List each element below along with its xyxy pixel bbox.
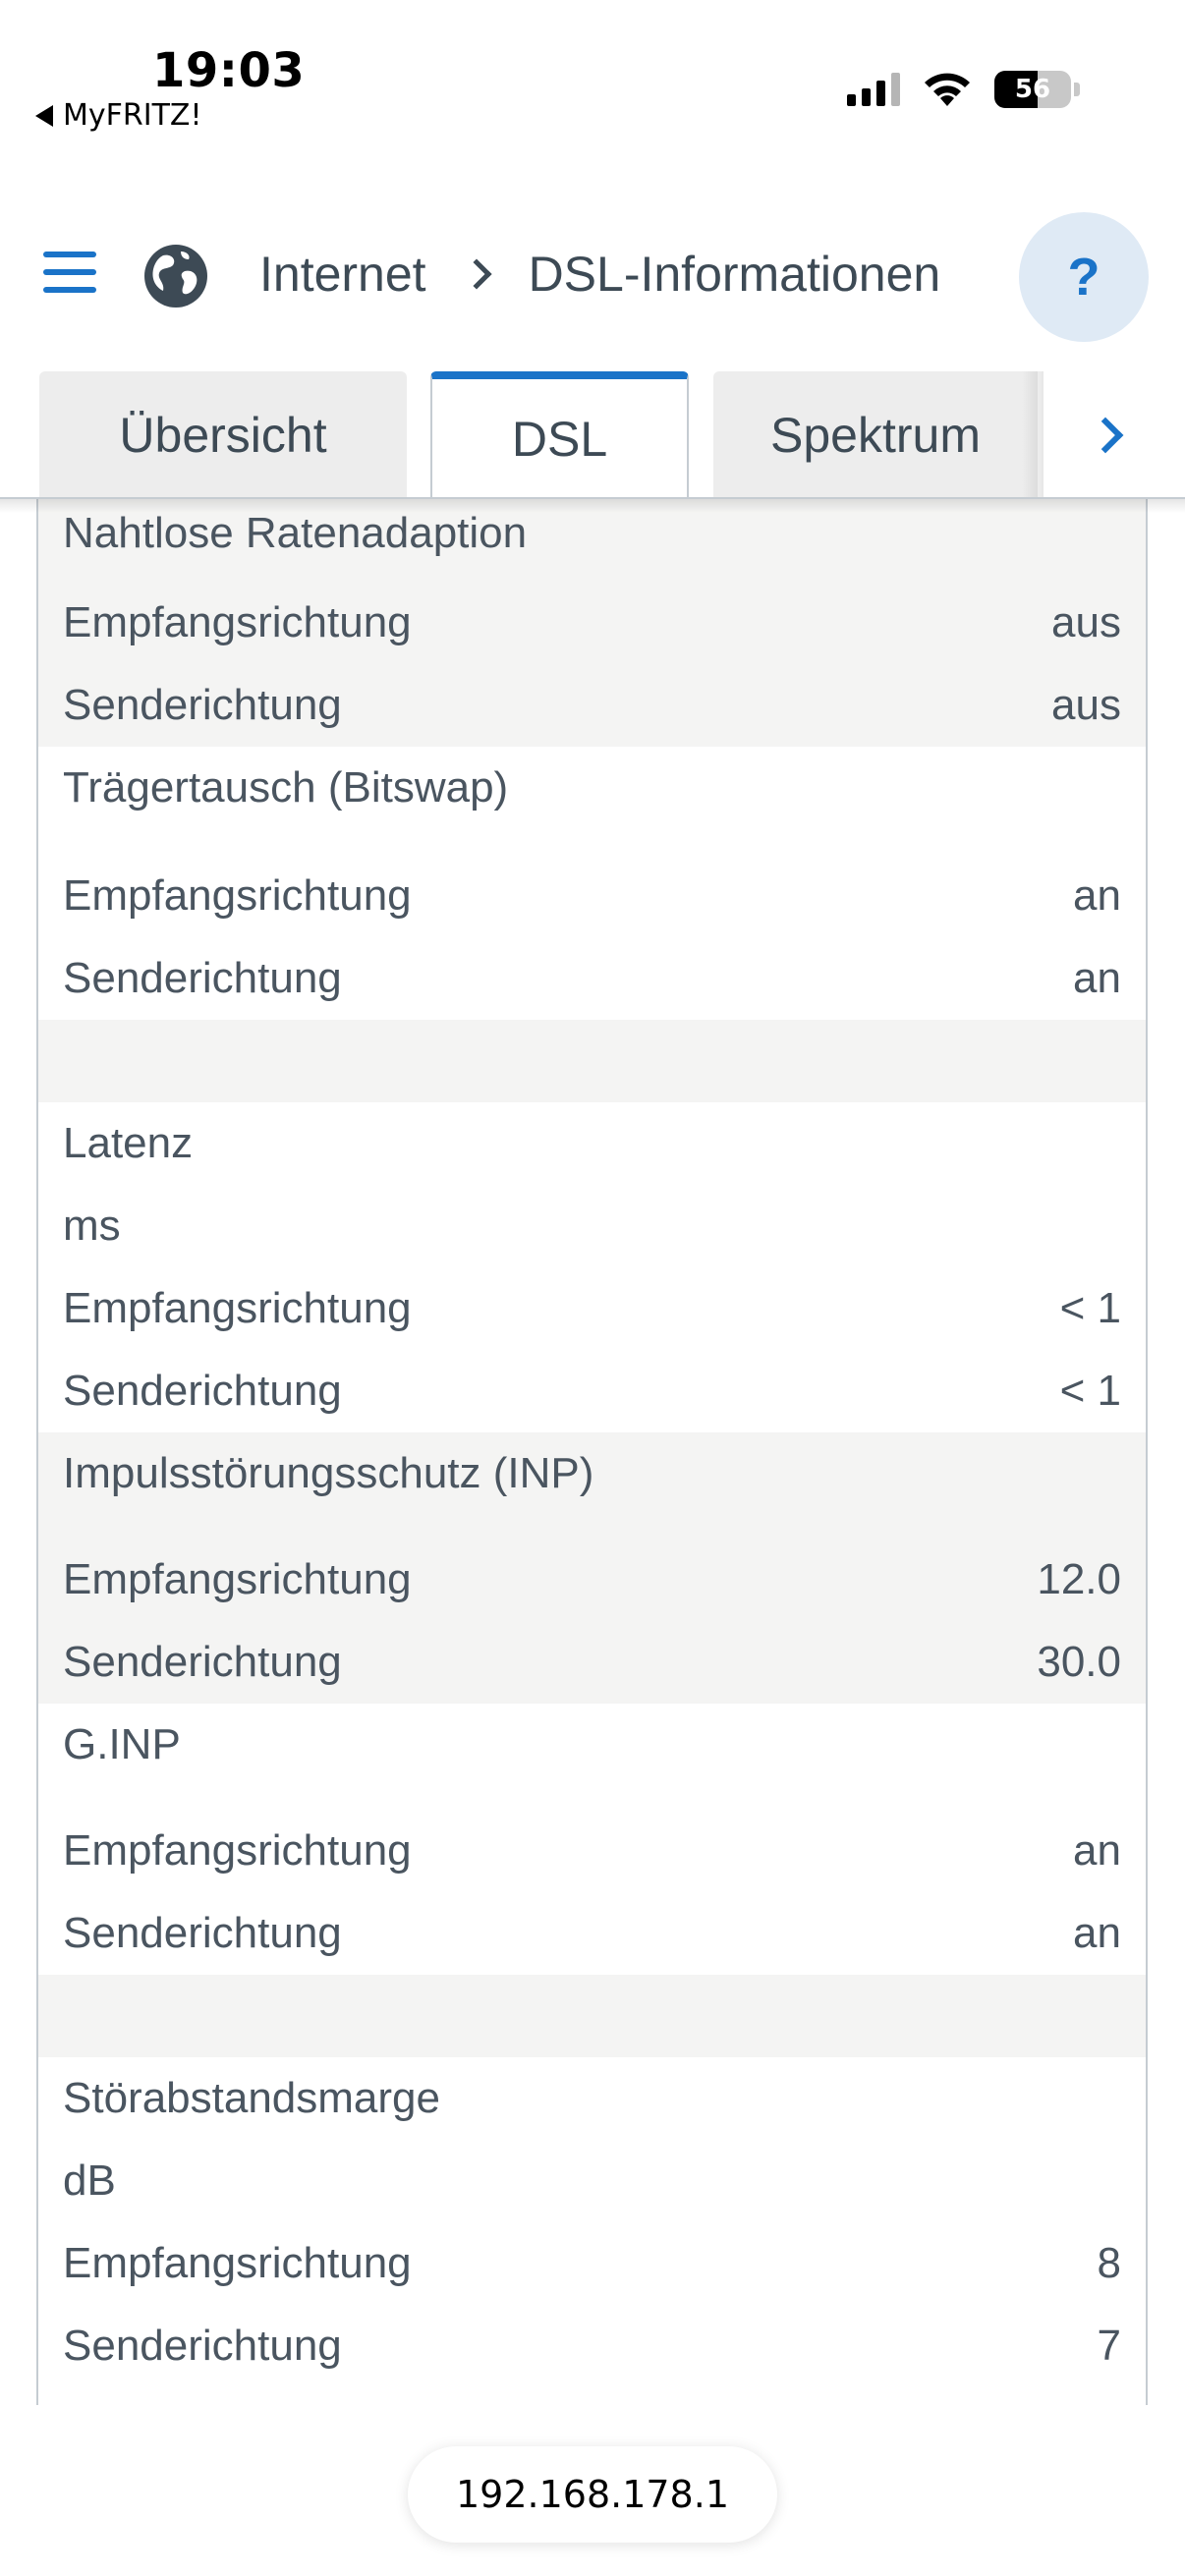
tab-scroll-right-button[interactable]	[1044, 371, 1185, 499]
row-label: Senderichtung	[63, 954, 342, 1002]
tab-label: Spektrum	[770, 408, 981, 463]
battery-icon: 56	[994, 71, 1071, 108]
url-text: 192.168.178.1	[455, 2473, 729, 2516]
row-value: aus	[1051, 681, 1121, 729]
hamburger-menu-icon[interactable]	[43, 252, 96, 293]
breadcrumb-dsl-informationen: DSL-Informationen	[528, 247, 941, 302]
row-value: 7	[1097, 2322, 1121, 2370]
help-label: ?	[1067, 248, 1100, 307]
table-row: Senderichtung < 1	[38, 1350, 1146, 1432]
row-label: Empfangsrichtung	[63, 1284, 412, 1332]
table-row: Empfangsrichtung 8	[38, 2222, 1146, 2305]
chevron-right-icon	[461, 258, 492, 290]
wifi-icon	[925, 73, 970, 106]
section-nahtlose-ratenadaption: Nahtlose Ratenadaption Empfangsrichtung …	[38, 499, 1146, 747]
section-title: Störabstandsmarge	[63, 2074, 440, 2122]
row-label: Senderichtung	[63, 1909, 342, 1957]
breadcrumb-internet[interactable]: Internet	[259, 246, 426, 303]
back-to-app-button[interactable]: MyFRITZ!	[35, 98, 202, 133]
back-triangle-icon	[35, 104, 53, 127]
status-time: 19:03	[152, 43, 306, 98]
section-inp: Impulsstörungsschutz (INP) Empfangsricht…	[38, 1432, 1146, 1704]
back-app-label: MyFRITZ!	[63, 98, 202, 133]
row-value: 30.0	[1037, 1638, 1121, 1686]
row-value: < 1	[1059, 1284, 1121, 1332]
section-unit: dB	[63, 2156, 116, 2205]
tab-uebersicht[interactable]: Übersicht	[39, 371, 407, 499]
tab-label: Übersicht	[119, 408, 327, 463]
section-divider	[38, 1020, 1146, 1102]
table-row: Senderichtung 30.0	[38, 1621, 1146, 1704]
section-bitswap: Trägertausch (Bitswap) Empfangsrichtung …	[38, 747, 1146, 1020]
section-title: G.INP	[63, 1720, 181, 1768]
row-label: Senderichtung	[63, 1367, 342, 1415]
row-label: Empfangsrichtung	[63, 1826, 412, 1875]
table-row: Senderichtung an	[38, 1892, 1146, 1975]
row-label: Empfangsrichtung	[63, 598, 412, 646]
row-value: an	[1073, 871, 1121, 920]
table-row: Senderichtung 7	[38, 2305, 1146, 2387]
section-unit: ms	[63, 1202, 121, 1250]
cellular-signal-icon	[847, 73, 900, 106]
row-value: 12.0	[1037, 1555, 1121, 1603]
row-label: Senderichtung	[63, 1638, 342, 1686]
section-ginp: G.INP Empfangsrichtung an Senderichtung …	[38, 1704, 1146, 1975]
app-header: Internet DSL-Informationen ?	[0, 206, 1185, 344]
section-latenz: Latenz ms Empfangsrichtung < 1 Senderich…	[38, 1102, 1146, 1432]
help-button[interactable]: ?	[1019, 212, 1149, 342]
globe-icon	[144, 245, 207, 308]
tab-label: DSL	[511, 412, 608, 467]
battery-level: 56	[1014, 75, 1051, 104]
table-row: Empfangsrichtung an	[38, 855, 1146, 937]
row-label: Empfangsrichtung	[63, 2239, 412, 2287]
status-icons: 56	[847, 71, 1080, 108]
status-bar: 19:03 MyFRITZ! 56	[0, 0, 1185, 147]
section-divider	[38, 1975, 1146, 2057]
section-title: Nahtlose Ratenadaption	[63, 509, 528, 557]
breadcrumb: Internet DSL-Informationen	[259, 246, 940, 303]
section-stoerabstandsmarge: Störabstandsmarge dB Empfangsrichtung 8 …	[38, 2057, 1146, 2387]
row-label: Senderichtung	[63, 2322, 342, 2370]
table-row: Empfangsrichtung 12.0	[38, 1539, 1146, 1621]
tab-bar: Übersicht DSL Spektrum	[0, 371, 1185, 499]
row-label: Empfangsrichtung	[63, 871, 412, 920]
table-row: Senderichtung an	[38, 937, 1146, 1020]
row-label: Senderichtung	[63, 681, 342, 729]
row-value: an	[1073, 1909, 1121, 1957]
dsl-details-table: Nahtlose Ratenadaption Empfangsrichtung …	[36, 499, 1148, 2405]
tab-dsl[interactable]: DSL	[430, 371, 689, 499]
row-label: Empfangsrichtung	[63, 1555, 412, 1603]
table-row: Empfangsrichtung an	[38, 1810, 1146, 1892]
page: 19:03 MyFRITZ! 56 Internet DSL-Informati…	[0, 0, 1185, 2576]
table-row: Senderichtung aus	[38, 664, 1146, 747]
section-title: Latenz	[63, 1119, 194, 1167]
row-value: 8	[1097, 2239, 1121, 2287]
tab-spektrum[interactable]: Spektrum	[713, 371, 1038, 499]
row-value: < 1	[1059, 1367, 1121, 1415]
url-bar[interactable]: 192.168.178.1	[408, 2446, 777, 2543]
row-value: an	[1073, 1826, 1121, 1875]
row-value: aus	[1051, 598, 1121, 646]
table-row: Empfangsrichtung aus	[38, 582, 1146, 664]
row-value: an	[1073, 954, 1121, 1002]
chevron-right-icon	[1087, 417, 1124, 454]
section-title: Impulsstörungsschutz (INP)	[63, 1449, 594, 1497]
section-title: Trägertausch (Bitswap)	[63, 763, 509, 812]
browser-bottom-bar: 192.168.178.1	[0, 2405, 1185, 2576]
table-row: Empfangsrichtung < 1	[38, 1267, 1146, 1350]
